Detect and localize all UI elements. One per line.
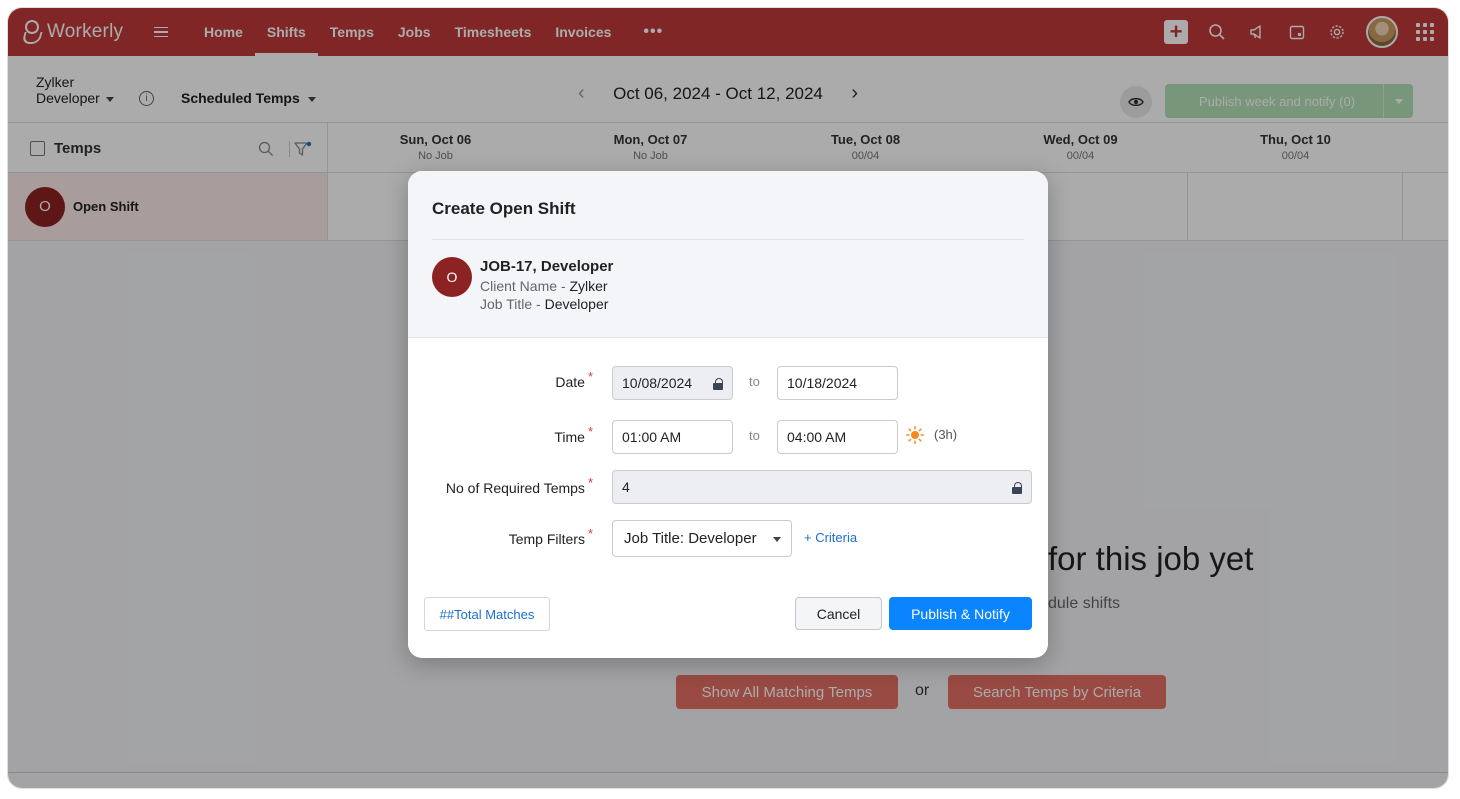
divider xyxy=(432,239,1024,240)
separator: - xyxy=(557,278,570,294)
date-from-field: 10/08/2024 xyxy=(612,366,733,400)
shift-duration: (3h) xyxy=(934,427,958,442)
dialog-title: Create Open Shift xyxy=(432,199,576,218)
required-temps-label-text: No of Required Temps xyxy=(445,480,585,496)
sun-icon xyxy=(906,426,924,444)
required-temps-value: 4 xyxy=(622,479,630,495)
total-matches-button[interactable]: ##Total Matches xyxy=(424,597,550,631)
required-mark: * xyxy=(587,424,593,439)
required-mark: * xyxy=(587,526,593,541)
chevron-down-icon xyxy=(773,537,781,542)
time-to-value: 04:00 AM xyxy=(787,429,847,445)
time-from-field[interactable]: 01:00 AM xyxy=(612,420,733,454)
required-mark: * xyxy=(587,475,593,490)
required-temps-label: No of Required Temps * xyxy=(445,475,593,496)
job-avatar: O xyxy=(432,257,472,297)
job-title-key: Job Title xyxy=(480,296,533,312)
time-from-value: 01:00 AM xyxy=(622,429,682,445)
time-label: Time * xyxy=(554,424,593,445)
to-label: to xyxy=(749,374,760,389)
date-label: Date * xyxy=(555,369,593,390)
date-to-field[interactable]: 10/18/2024 xyxy=(777,366,898,400)
date-label-text: Date xyxy=(555,374,585,390)
to-label: to xyxy=(749,428,760,443)
publish-and-notify-button[interactable]: Publish & Notify xyxy=(889,597,1032,630)
temp-filter-select[interactable]: Job Title: Developer xyxy=(612,520,792,557)
job-title-line: Job Title - Developer xyxy=(480,296,608,312)
time-label-text: Time xyxy=(554,429,585,445)
required-mark: * xyxy=(587,369,593,384)
temp-filters-label: Temp Filters * xyxy=(508,526,593,547)
dialog-header: Create Open Shift O JOB-17, Developer Cl… xyxy=(408,171,1048,338)
time-to-field[interactable]: 04:00 AM xyxy=(777,420,898,454)
create-open-shift-dialog: Create Open Shift O JOB-17, Developer Cl… xyxy=(408,171,1048,658)
temp-filter-value: Job Title: Developer xyxy=(624,530,757,547)
lock-icon xyxy=(1012,482,1022,494)
add-criteria-link[interactable]: + Criteria xyxy=(804,530,857,545)
job-title-value: Developer xyxy=(544,296,609,312)
date-to-value: 10/18/2024 xyxy=(787,375,858,391)
date-from-value: 10/08/2024 xyxy=(622,375,693,391)
client-name-value: Zylker xyxy=(569,278,608,294)
cancel-button[interactable]: Cancel xyxy=(795,597,882,630)
lock-icon xyxy=(713,378,723,390)
client-name-line: Client Name - Zylker xyxy=(480,278,608,294)
temp-filters-label-text: Temp Filters xyxy=(508,531,585,547)
separator: - xyxy=(532,296,545,312)
required-temps-field: 4 xyxy=(612,470,1032,504)
client-name-key: Client Name xyxy=(480,278,558,294)
job-name: JOB-17, Developer xyxy=(480,258,614,275)
